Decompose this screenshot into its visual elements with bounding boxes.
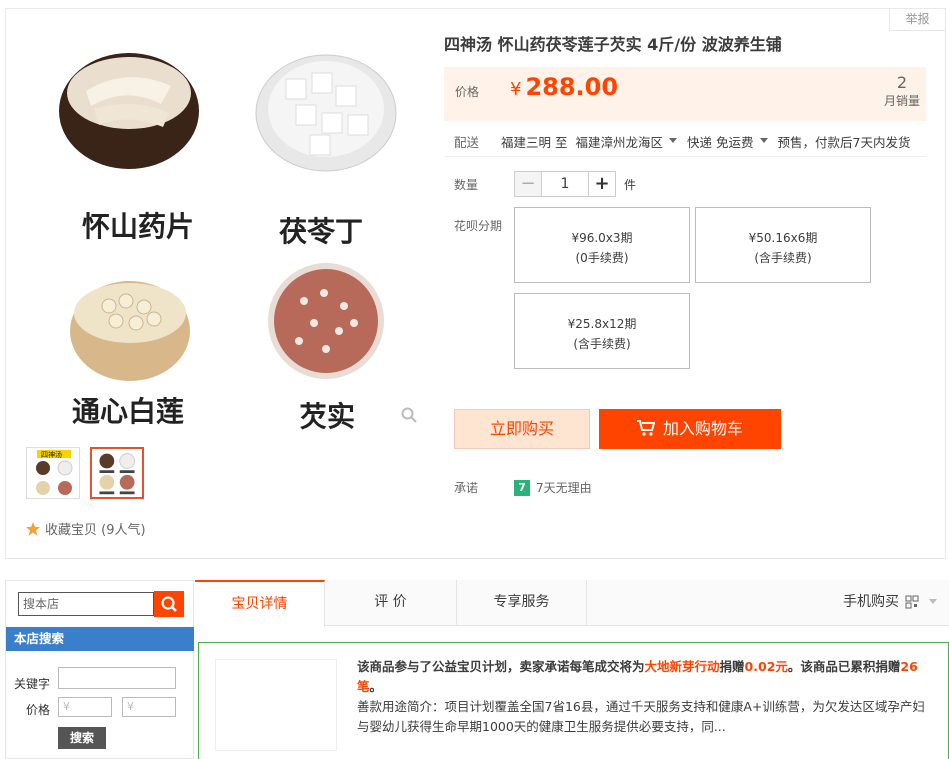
- seven-day-icon: 7: [514, 479, 531, 496]
- price-amount: 288.00: [525, 73, 619, 101]
- keyword-label: 关键字: [14, 677, 51, 691]
- charity-intro: 该商品参与了公益宝贝计划，卖家承诺每笔成交将为: [357, 659, 645, 674]
- star-icon: [26, 521, 40, 536]
- shipping-from: 福建三明 至: [501, 135, 568, 150]
- detail-tabs: 宝贝详情 评 价 专享服务 手机购买: [195, 580, 949, 627]
- sales-label: 月销量: [883, 94, 920, 108]
- thumbnail-2-selected[interactable]: [90, 447, 144, 499]
- yam-bowl: [59, 53, 199, 169]
- image-label-lotus: 通心白莲: [72, 395, 184, 428]
- shipping-destination[interactable]: 福建漳州龙海区: [576, 132, 664, 151]
- charity-donate: 捐赠: [719, 659, 745, 674]
- charity-org[interactable]: 大地新芽行动: [645, 659, 720, 674]
- cart-icon: [636, 420, 656, 436]
- mobile-buy-label: 手机购买: [843, 594, 899, 610]
- monthly-sales: 2 月销量: [884, 73, 920, 109]
- shop-search-title: 本店搜索: [6, 627, 194, 651]
- add-to-cart-label: 加入购物车: [662, 419, 743, 438]
- tab-details[interactable]: 宝贝详情: [195, 580, 325, 627]
- huabei-plan-12[interactable]: ¥25.8x12期 (含手续费): [514, 293, 690, 369]
- charity-banner: 该商品参与了公益宝贝计划，卖家承诺每笔成交将为大地新芽行动捐赠0.02元。该商品…: [198, 642, 949, 759]
- search-icon: [161, 596, 177, 612]
- plan-amount: ¥96.0x3期: [571, 231, 633, 245]
- image-label-euryale: 芡实: [299, 400, 355, 433]
- report-link[interactable]: 举报: [889, 9, 945, 31]
- price-label: 价格: [455, 85, 480, 99]
- keyword-input[interactable]: [58, 667, 176, 689]
- shop-search-input[interactable]: 搜本店: [18, 592, 154, 616]
- favorite-link[interactable]: 收藏宝贝 (9人气): [26, 519, 146, 538]
- image-label-poria: 茯苓丁: [279, 215, 363, 248]
- price-range-label: 价格: [26, 703, 51, 717]
- favorite-text: 收藏宝贝 (9人气): [45, 523, 146, 538]
- price-value: ¥288.00: [510, 73, 618, 101]
- shop-search-button[interactable]: [154, 591, 184, 617]
- main-product-image: 怀山药片 茯苓丁 通心白莲 芡实: [59, 53, 397, 433]
- add-to-cart-button[interactable]: 加入购物车: [599, 409, 781, 449]
- increase-button[interactable]: +: [589, 172, 616, 196]
- quantity-stepper: − 1 +: [514, 171, 617, 197]
- shipping-method[interactable]: 快递 免运费: [687, 132, 753, 151]
- shipping-label: 配送: [454, 135, 480, 150]
- charity-image: [215, 659, 337, 751]
- huabei-plan-3[interactable]: ¥96.0x3期 (0手续费): [514, 207, 690, 283]
- huabei-label: 花呗分期: [454, 219, 503, 233]
- image-label-yam: 怀山药片: [82, 210, 194, 243]
- price-currency: ¥: [510, 79, 522, 100]
- price-box: 价格 ¥288.00 2 月销量: [444, 67, 926, 121]
- euryale-bowl: [268, 263, 384, 379]
- tab-reviews[interactable]: 评 价: [325, 580, 457, 626]
- quantity-label: 数量: [454, 177, 479, 192]
- shop-sidebar: 搜本店 本店搜索 关键字 价格 ¥ ¥ 搜索: [5, 580, 194, 759]
- plan-amount: ¥25.8x12期: [567, 317, 637, 331]
- buy-now-button[interactable]: 立即购买: [454, 409, 590, 449]
- promise-label: 承诺: [454, 481, 479, 495]
- presale-note: 预售，付款后7天内发货: [777, 135, 911, 150]
- thumbnail-label: 四神汤: [41, 450, 62, 459]
- zoom-icon[interactable]: [401, 407, 417, 423]
- chevron-down-icon[interactable]: [759, 138, 768, 143]
- mobile-buy[interactable]: 手机购买: [843, 580, 937, 624]
- plan-amount: ¥50.16x6期: [748, 231, 818, 245]
- sidebar-search-button[interactable]: 搜索: [58, 727, 106, 749]
- plan-fee: (0手续费): [575, 251, 629, 265]
- thumbnail-1[interactable]: 四神汤: [26, 447, 80, 499]
- promise-text[interactable]: 7天无理由: [536, 479, 592, 496]
- product-card: 举报 怀山药片 茯苓丁 通心白莲 芡实 四神汤 收藏宝贝 (9人气) 四神汤 怀…: [5, 8, 946, 559]
- plan-fee: (含手续费): [573, 337, 631, 351]
- plan-fee: (含手续费): [754, 251, 812, 265]
- price-min-input[interactable]: ¥: [58, 697, 112, 717]
- charity-text: 该商品参与了公益宝贝计划，卖家承诺每笔成交将为大地新芽行动捐赠0.02元。该商品…: [357, 657, 931, 737]
- charity-purpose: 善款用途简介：项目计划覆盖全国7省16县，通过千天服务支持和健康A+训练营，为欠…: [357, 699, 925, 734]
- qrcode-icon: [905, 595, 919, 609]
- promise-row: 承诺 7 7天无理由: [454, 479, 592, 496]
- decrease-button[interactable]: −: [515, 172, 542, 196]
- huabei-plan-6[interactable]: ¥50.16x6期 (含手续费): [695, 207, 871, 283]
- quantity-unit: 件: [624, 177, 637, 192]
- chevron-down-icon[interactable]: [669, 138, 678, 143]
- thumbnail-image-2: [99, 453, 135, 495]
- charity-end: 。: [369, 679, 383, 694]
- charity-amount: 0.02元: [744, 659, 788, 674]
- tab-services[interactable]: 专享服务: [457, 580, 587, 626]
- quantity-row: 数量 − 1 + 件: [454, 171, 636, 197]
- shipping-row: 配送 福建三明 至 福建漳州龙海区 快递 免运费 预售，付款后7天内发货: [444, 127, 926, 157]
- thumbnail-image-1: 四神汤: [36, 450, 73, 495]
- quantity-input[interactable]: 1: [541, 172, 590, 196]
- sales-count: 2: [896, 73, 908, 92]
- poria-bowl: [255, 54, 397, 172]
- lotus-bowl: [70, 281, 190, 381]
- charity-accum: 。该商品已累积捐赠: [787, 659, 901, 674]
- product-title: 四神汤 怀山药茯苓莲子芡实 4斤/份 波波养生铺: [444, 35, 782, 54]
- price-max-input[interactable]: ¥: [122, 697, 176, 717]
- chevron-down-icon: [929, 598, 937, 604]
